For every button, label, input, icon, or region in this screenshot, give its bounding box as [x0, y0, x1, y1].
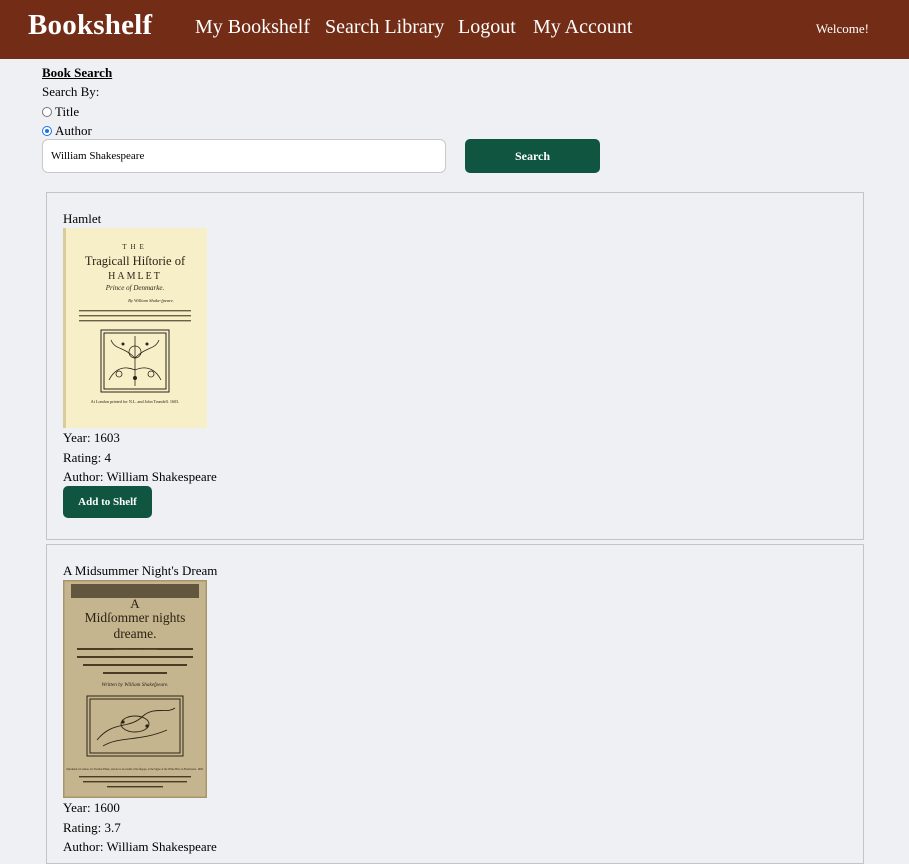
cover-text: THE — [122, 243, 148, 251]
radio-title[interactable] — [42, 106, 52, 117]
search-input[interactable]: William Shakespeare — [42, 139, 446, 173]
welcome-message: Welcome! — [815, 21, 869, 36]
book-cover-image: THE Tragicall Hiſtorie of HAMLET Prince … — [63, 228, 207, 428]
radio-title-row[interactable]: Title — [42, 102, 602, 121]
cover-text: Midſommer nights — [85, 610, 186, 625]
book-card: A Midsummer Night's Dream A Midſommer ni… — [46, 544, 864, 864]
radio-author-label[interactable]: Author — [55, 122, 92, 140]
nav-my-account[interactable]: My Account — [533, 16, 632, 39]
nav-search-library[interactable]: Search Library — [325, 16, 444, 39]
radio-author-row[interactable]: Author — [42, 121, 602, 140]
add-to-shelf-button[interactable]: Add to Shelf — [63, 486, 152, 518]
radio-author[interactable] — [42, 125, 52, 136]
nav-logout[interactable]: Logout — [458, 16, 516, 39]
book-cover-image: A Midſommer nights dreame. As it hath be… — [63, 580, 207, 798]
book-meta: Year: 1600 Rating: 3.7 Author: William S… — [63, 798, 217, 857]
cover-text: A — [130, 596, 140, 611]
book-card: Hamlet THE Tragicall Hiſtorie of HAMLET … — [46, 192, 864, 540]
cover-text: Written by William Shakeſpeare. — [102, 681, 169, 688]
cover-text: Prince of Denmarke. — [105, 284, 165, 292]
top-navbar: Bookshelf My Bookshelf Search Library Lo… — [0, 0, 909, 59]
cover-text: Imprinted at London, for Thomas Fiſher, … — [66, 768, 203, 771]
nav-my-bookshelf[interactable]: My Bookshelf — [195, 16, 310, 39]
search-button[interactable]: Search — [465, 139, 600, 173]
book-author: Author: William Shakespeare — [63, 469, 217, 484]
book-meta: Year: 1603 Rating: 4 Author: William Sha… — [63, 428, 217, 487]
radio-title-label[interactable]: Title — [55, 103, 79, 121]
book-search-form: Book Search Search By: Title Author — [42, 64, 602, 140]
cover-text: By William Shake-ſpeare. — [128, 298, 174, 303]
cover-text: At London printed for N.L. and John Trun… — [91, 399, 180, 404]
cover-text: Tragicall Hiſtorie of — [85, 254, 186, 268]
brand-logo[interactable]: Bookshelf — [28, 9, 152, 42]
book-author: Author: William Shakespeare — [63, 839, 217, 854]
search-by-label: Search By: — [42, 84, 100, 99]
cover-text: HAMLET — [108, 271, 162, 282]
book-year: Year: 1600 — [63, 800, 120, 815]
book-rating: Rating: 4 — [63, 449, 112, 465]
search-row: William Shakespeare Search — [42, 139, 602, 173]
book-title: A Midsummer Night's Dream — [63, 563, 218, 578]
cover-text: dreame. — [113, 626, 156, 641]
book-rating: Rating: 3.7 — [63, 819, 121, 835]
search-heading: Book Search — [42, 65, 113, 80]
book-title: Hamlet — [63, 211, 102, 226]
book-year: Year: 1603 — [63, 430, 120, 445]
